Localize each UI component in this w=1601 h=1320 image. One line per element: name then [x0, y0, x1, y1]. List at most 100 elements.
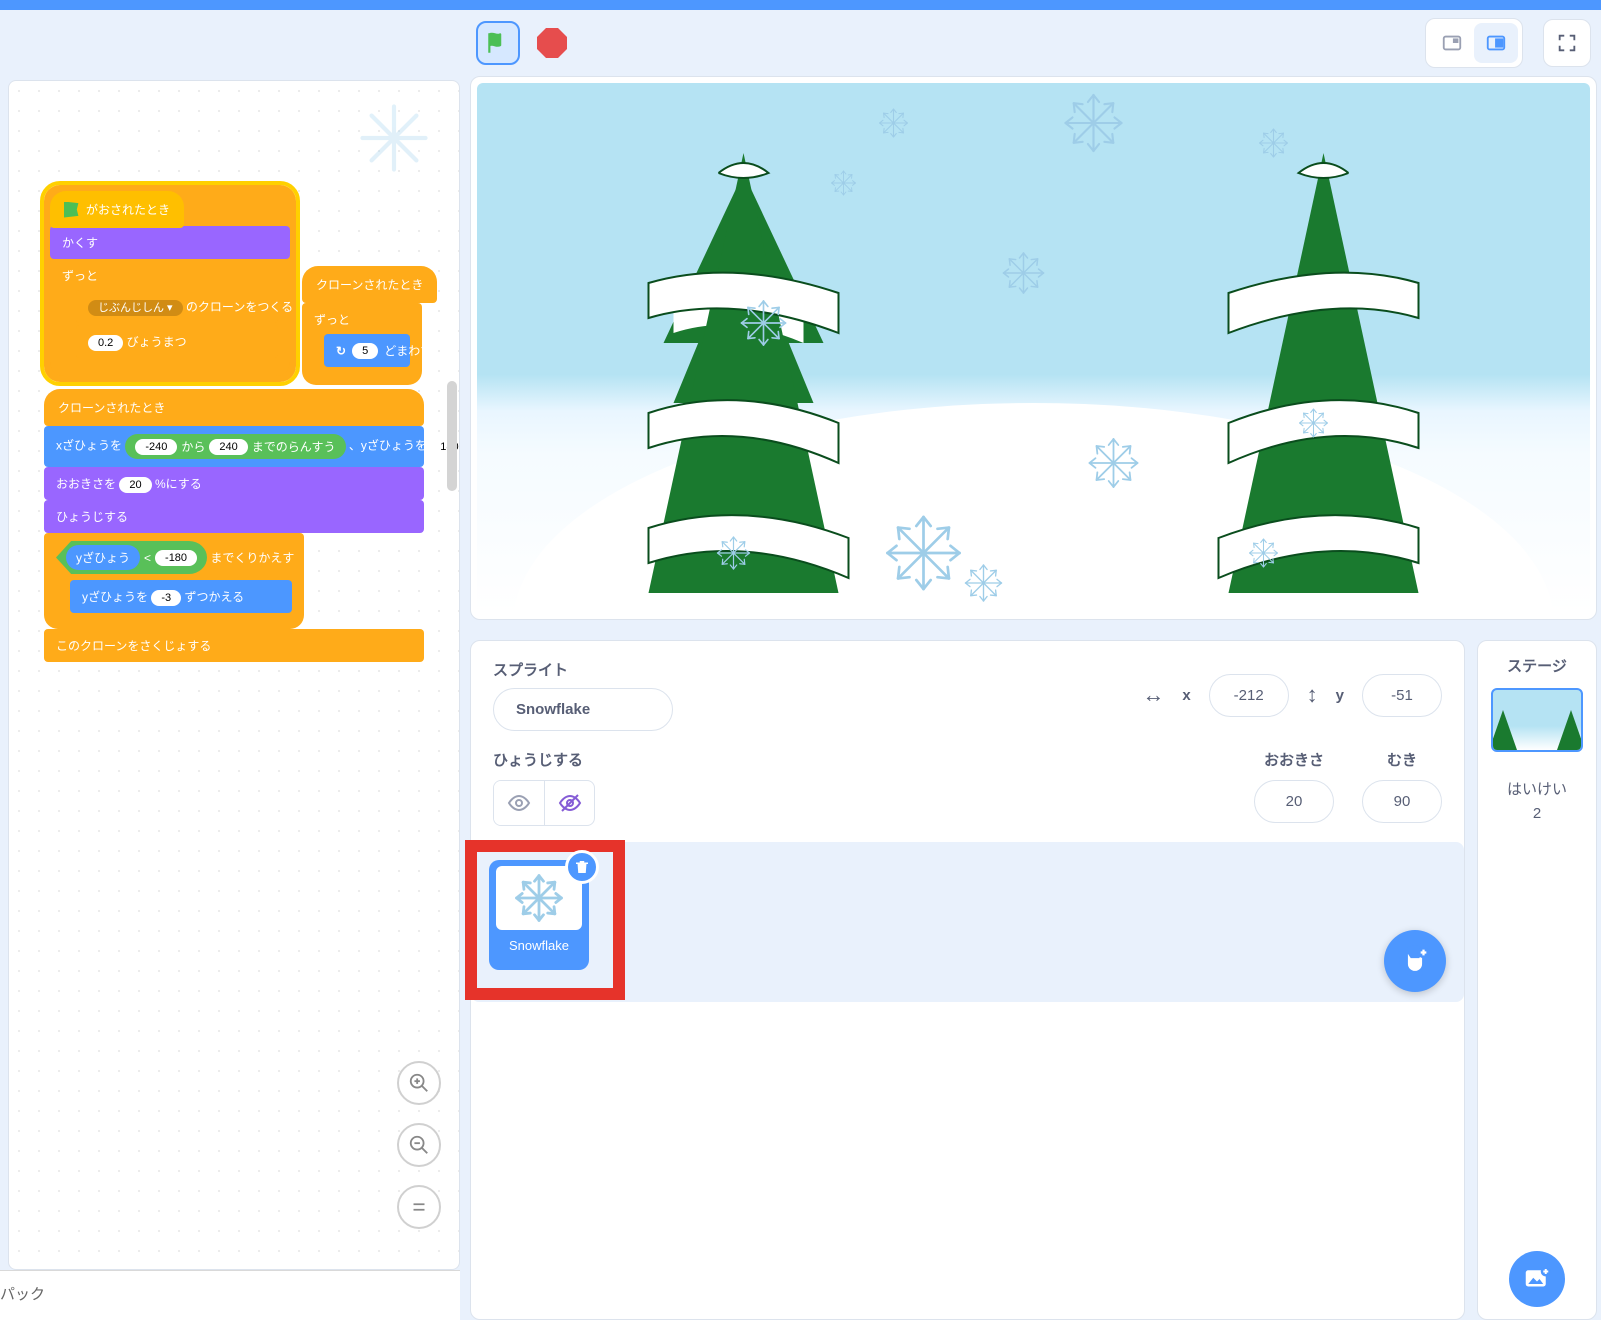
backdrop-thumbnail[interactable]: [1491, 688, 1583, 752]
cat-plus-icon: [1398, 944, 1432, 978]
sprite-tile-snowflake[interactable]: Snowflake: [489, 860, 589, 970]
repeat-until-block[interactable]: yざひょう < -180 までくりかえす yざひょうを -3 ずつかえる: [44, 533, 304, 629]
when-cloned-block[interactable]: クローンされたとき: [44, 389, 424, 426]
block-label: yざひょうを: [82, 590, 148, 604]
block-label: おおきさを: [56, 477, 116, 491]
block-label: から: [181, 438, 205, 455]
green-flag-icon: [485, 30, 511, 56]
when-cloned-block[interactable]: クローンされたとき: [302, 266, 437, 303]
image-plus-icon: [1522, 1264, 1552, 1294]
code-editor[interactable]: がおされたとき かくす ずっと じぶんじしん ▾ のクローンをつくる: [8, 80, 460, 1270]
trash-icon: [573, 858, 591, 876]
green-flag-button[interactable]: [476, 21, 520, 65]
block-label: このクローンをさくじょする: [56, 639, 211, 653]
backpack-header[interactable]: パック: [0, 1270, 460, 1320]
large-stage-icon: [1485, 32, 1507, 54]
sprite-label: スプライト: [493, 659, 673, 680]
size-label: おおきさ: [1264, 749, 1324, 770]
when-flag-clicked-block[interactable]: がおされたとき: [50, 191, 184, 228]
change-y-value-input[interactable]: -3: [151, 590, 181, 606]
backdrop-count: 2: [1533, 805, 1541, 822]
snowflake-icon: [511, 870, 567, 926]
show-sprite-button[interactable]: [494, 781, 544, 825]
block-stack-2[interactable]: クローンされたとき ずっと ↻ 5 どまわす: [302, 266, 437, 385]
block-label: がおされたとき: [86, 201, 170, 218]
forever-block[interactable]: ずっと じぶんじしん ▾ のクローンをつくる 0.2 びょうまつ: [50, 259, 290, 376]
large-stage-button[interactable]: [1474, 23, 1518, 63]
clone-target-dropdown[interactable]: じぶんじしん ▾: [88, 300, 183, 316]
stop-icon: [537, 28, 567, 58]
zoom-reset-button[interactable]: [397, 1185, 441, 1229]
direction-value: 90: [1394, 793, 1411, 810]
block-label: xざひょうを: [56, 439, 122, 453]
direction-input[interactable]: 90: [1362, 780, 1442, 823]
y-label: y: [1336, 687, 1344, 704]
size-value-input[interactable]: 20: [119, 477, 151, 493]
turn-value-input[interactable]: 5: [352, 343, 378, 359]
block-label: ずつかえる: [184, 590, 244, 604]
block-stack-3[interactable]: クローンされたとき xざひょうを -240 から 240 までのらんすう 、yざ…: [44, 389, 424, 662]
delete-sprite-button[interactable]: [565, 850, 599, 884]
tree-right: [1219, 153, 1419, 593]
wait-value-input[interactable]: 0.2: [88, 335, 123, 351]
block-label: までのらんすう: [252, 438, 336, 455]
less-than-operator[interactable]: yざひょう < -180: [56, 541, 207, 574]
size-value: 20: [1286, 793, 1303, 810]
y-axis-icon: ↕: [1307, 682, 1318, 708]
stage[interactable]: [477, 83, 1590, 613]
block-label: かくす: [62, 236, 98, 250]
zoom-in-button[interactable]: [397, 1061, 441, 1105]
block-label: びょうまつ: [127, 335, 187, 349]
y-value: -51: [1391, 687, 1413, 704]
y-position-reporter[interactable]: yざひょう: [66, 545, 140, 570]
set-size-block[interactable]: おおきさを 20 %にする: [44, 467, 424, 500]
add-sprite-button[interactable]: [1384, 930, 1446, 992]
sprite-tile-label: Snowflake: [509, 938, 569, 953]
delete-clone-block[interactable]: このクローンをさくじょする: [44, 629, 424, 662]
x-value: -212: [1234, 687, 1264, 704]
change-y-block[interactable]: yざひょうを -3 ずつかえる: [70, 580, 292, 613]
equals-icon: [408, 1196, 430, 1218]
stage-size-toggle: [1425, 18, 1523, 68]
vertical-scrollbar[interactable]: [447, 381, 457, 491]
rand-to-input[interactable]: 240: [209, 439, 247, 455]
stage-title: ステージ: [1507, 655, 1567, 676]
block-stack-1[interactable]: がおされたとき かくす ずっと じぶんじしん ▾ のクローンをつくる: [44, 185, 296, 382]
tree-left: [644, 143, 849, 593]
small-stage-icon: [1441, 32, 1463, 54]
hide-sprite-button[interactable]: [544, 781, 594, 825]
zoom-out-icon: [408, 1134, 430, 1156]
lt-symbol: <: [144, 551, 151, 565]
stage-header: [470, 10, 1597, 76]
create-clone-block[interactable]: じぶんじしん ▾ のクローンをつくる: [76, 290, 278, 323]
block-label: ずっと: [314, 313, 350, 327]
fullscreen-button[interactable]: [1543, 19, 1591, 67]
turn-icon: ↻: [336, 344, 346, 358]
block-label: %にする: [155, 477, 202, 491]
show-block[interactable]: ひょうじする: [44, 500, 424, 533]
workspace[interactable]: がおされたとき かくす ずっと じぶんじしん ▾ のクローンをつくる: [9, 81, 459, 1269]
zoom-in-icon: [408, 1072, 430, 1094]
stop-button[interactable]: [530, 21, 574, 65]
sprite-name-input[interactable]: Snowflake: [493, 688, 673, 731]
block-label: ひょうじする: [56, 510, 128, 524]
block-label: クローンされたとき: [58, 401, 165, 415]
x-label: x: [1182, 687, 1190, 704]
size-input[interactable]: 20: [1254, 780, 1334, 823]
add-backdrop-button[interactable]: [1509, 1251, 1565, 1307]
forever-block[interactable]: ずっと ↻ 5 どまわす: [302, 303, 422, 385]
fullscreen-icon: [1556, 32, 1578, 54]
block-label: どまわす: [384, 342, 432, 359]
compare-value-input[interactable]: -180: [155, 550, 197, 566]
wait-block[interactable]: 0.2 びょうまつ: [76, 325, 278, 358]
x-input[interactable]: -212: [1209, 674, 1289, 717]
set-xy-block[interactable]: xざひょうを -240 から 240 までのらんすう 、yざひょうを 180 に…: [44, 426, 424, 467]
zoom-out-button[interactable]: [397, 1123, 441, 1167]
random-operator[interactable]: -240 から 240 までのらんすう: [125, 434, 345, 459]
small-stage-button[interactable]: [1430, 23, 1474, 63]
y-input[interactable]: -51: [1362, 674, 1442, 717]
rand-from-input[interactable]: -240: [135, 439, 177, 455]
hide-block[interactable]: かくす: [50, 226, 290, 259]
visibility-toggle: [493, 780, 595, 826]
turn-block[interactable]: ↻ 5 どまわす: [324, 334, 410, 367]
